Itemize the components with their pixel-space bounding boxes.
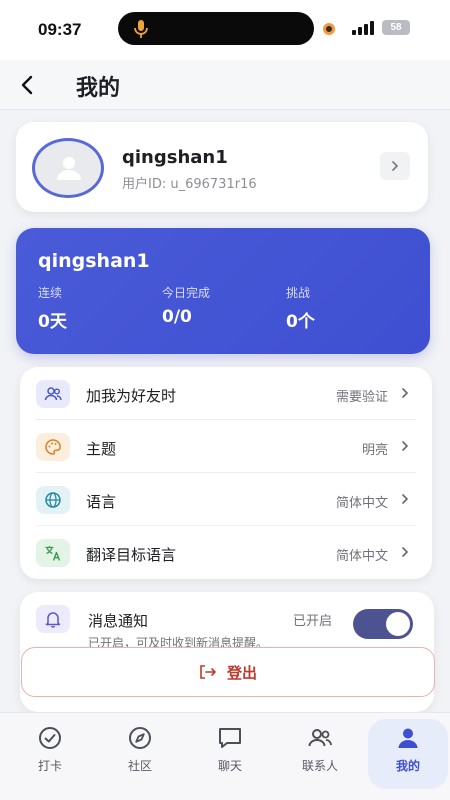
tab-label: 联系人 [301,759,338,773]
tab-label: 社区 [127,759,152,773]
stat-value: 0天 [38,312,67,332]
tab-me[interactable]: 我的 [368,719,448,789]
setting-value: 明亮 [361,443,388,458]
stat-value: 0/0 [162,307,192,327]
chevron-right-icon [402,441,409,451]
stats-card: qingshan1 连续 0天 今日完成 0/0 挑战 0个 [16,228,430,354]
logout-icon [200,665,216,679]
tab-label: 打卡 [37,759,62,773]
profile-name: qingshan1 [122,147,228,168]
logout-button[interactable]: 登出 [21,647,435,697]
chevron-right-icon [392,161,399,171]
notification-toggle[interactable] [353,609,413,639]
setting-label: 加我为好友时 [86,387,177,405]
bottom-tab-bar: 打卡 社区 聊天 联系人 我的 [0,712,450,800]
logout-label: 登出 [226,663,257,682]
chevron-right-icon [402,547,409,557]
translate-icon-glyph [45,546,61,561]
setting-value: 简体中文 [335,549,388,564]
profile-card[interactable]: qingshan1 用户ID: u_696731r16 [16,122,428,212]
stat-streak: 连续 0天 [38,284,67,332]
tab-label: 聊天 [217,759,242,773]
back-arrow-icon[interactable] [14,71,42,99]
setting-friend-request[interactable]: 加我为好友时 需要验证 [20,367,432,420]
signal-icon [352,21,374,35]
stat-challenges: 挑战 0个 [286,284,315,332]
globe-icon [36,486,70,514]
globe-icon-glyph [45,492,61,508]
tab-checkin[interactable]: 打卡 [10,719,90,789]
notification-status: 已开启 [293,614,333,629]
setting-label: 语言 [86,493,117,511]
users-icon [36,380,70,408]
battery-icon: 58 [382,20,410,35]
translate-icon [36,539,70,567]
stat-today-completed: 今日完成 0/0 [162,284,210,327]
toggle-knob [386,612,410,636]
microphone-icon [134,20,148,38]
status-bar: 09:37 58 [0,0,450,60]
status-time: 09:37 [38,20,82,39]
person-icon [398,728,418,748]
tab-community[interactable]: 社区 [100,719,180,789]
setting-language[interactable]: 语言 简体中文 [20,473,432,526]
contacts-icon [308,729,332,747]
stat-value: 0个 [286,312,315,332]
check-circle-icon [39,727,61,749]
setting-theme[interactable]: 主题 明亮 [20,420,432,473]
dynamic-island [118,12,314,45]
stats-username: qingshan1 [38,250,150,272]
stat-label: 连续 [38,286,63,300]
stat-label: 今日完成 [162,286,211,300]
tab-chat[interactable]: 聊天 [190,719,270,789]
compass-icon [129,727,151,749]
setting-value: 需要验证 [335,390,388,405]
setting-value: 简体中文 [335,496,388,511]
palette-icon-glyph [45,439,61,455]
page-header: 我的 [0,60,450,110]
tab-label: 我的 [395,759,420,773]
setting-translate-target[interactable]: 翻译目标语言 简体中文 [20,526,432,579]
chevron-right-icon [402,494,409,504]
logout-content: 登出 [22,648,434,696]
settings-list: 加我为好友时 需要验证 主题 明亮 语言 简体中文 翻译目标语言 简体中文 [20,367,432,579]
setting-label: 主题 [86,440,117,458]
tab-contacts[interactable]: 联系人 [280,719,360,789]
notification-title: 消息通知 [88,612,149,630]
avatar[interactable] [32,138,104,198]
setting-label: 翻译目标语言 [86,546,177,564]
stat-label: 挑战 [286,286,311,300]
profile-detail-button[interactable] [380,152,410,180]
palette-icon [36,433,70,461]
page-title: 我的 [76,76,121,101]
chevron-right-icon [402,388,409,398]
recording-indicator-icon [323,23,335,35]
chat-icon [219,728,241,748]
bell-icon [36,605,70,633]
person-placeholder-icon [57,157,81,180]
profile-user-id: 用户ID: u_696731r16 [122,177,257,192]
bell-icon-glyph [45,612,61,628]
users-icon-glyph [44,387,62,401]
